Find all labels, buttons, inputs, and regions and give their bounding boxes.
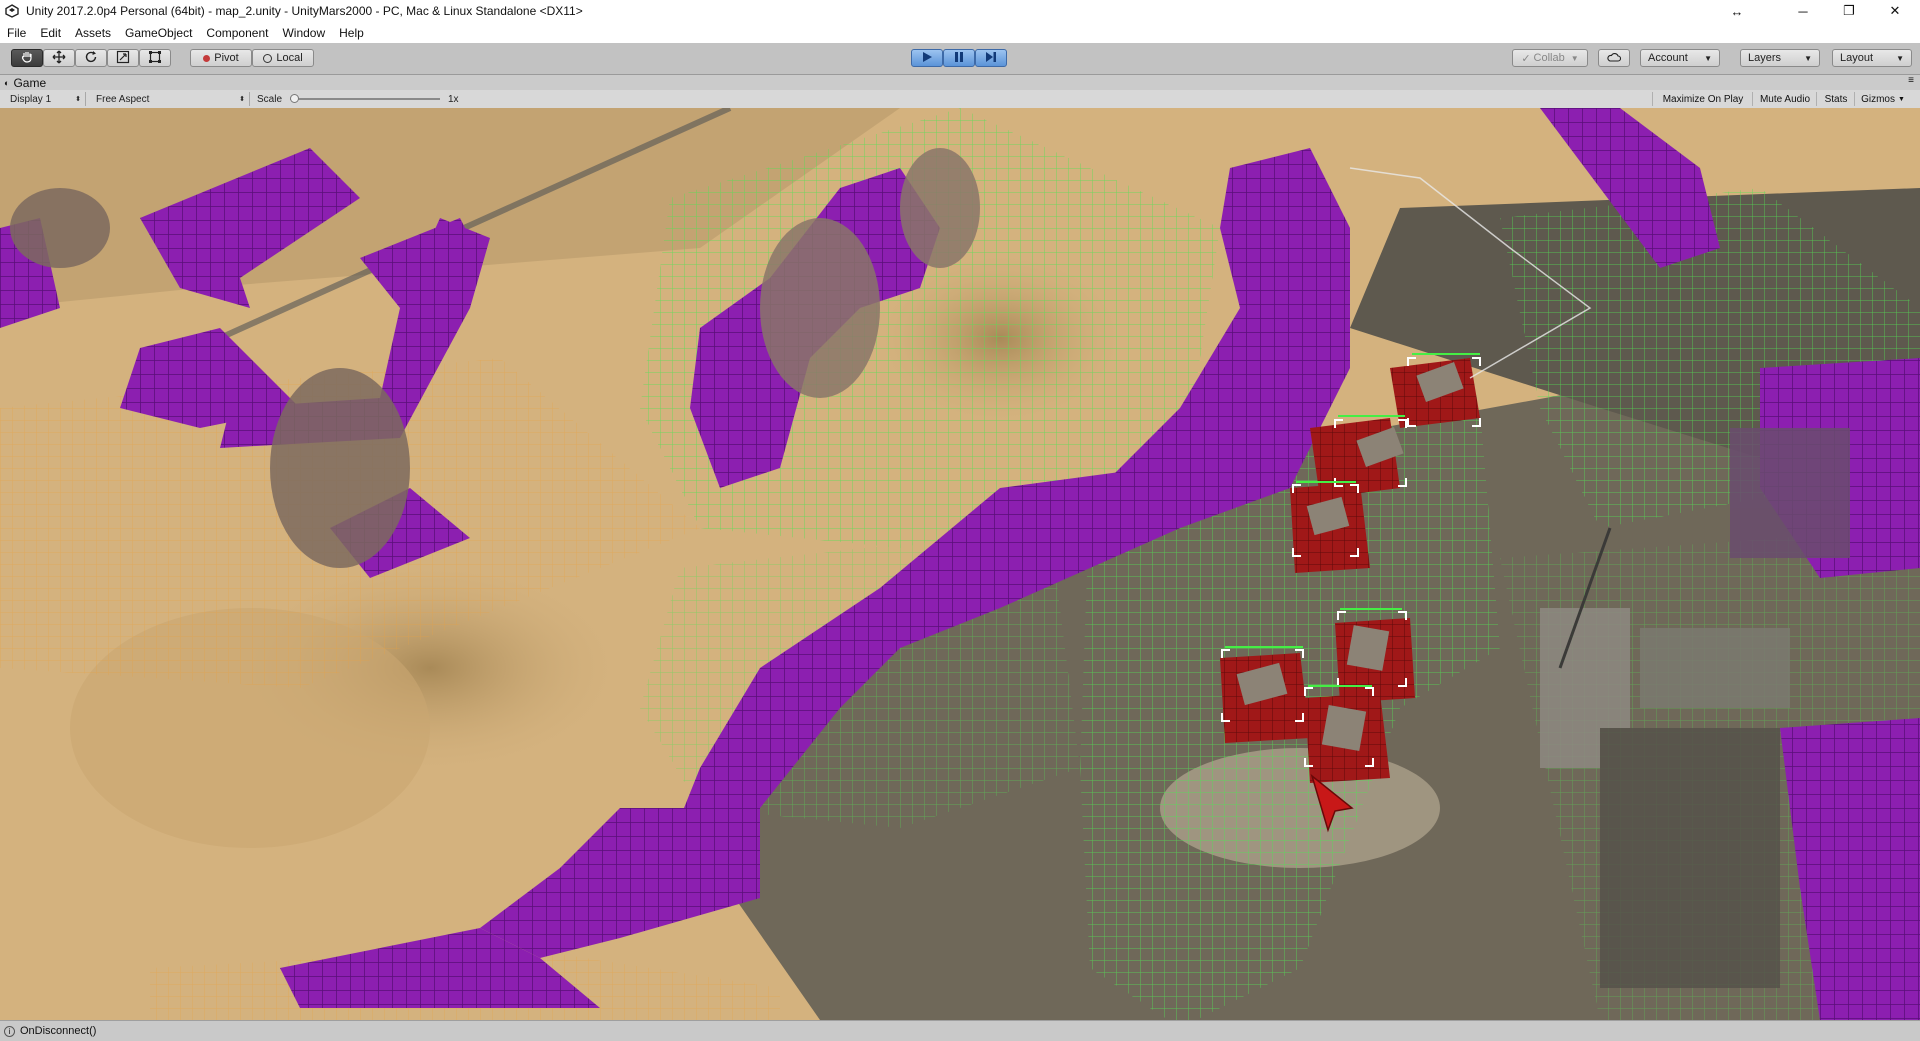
console-message[interactable]: OnDisconnect() [20,1025,96,1037]
scale-label: Scale [257,93,283,105]
info-icon: i [4,1025,15,1037]
play-button[interactable] [911,49,943,67]
title-bar: Unity 2017.2.0p4 Personal (64bit) - map_… [0,0,1920,22]
scale-icon [116,50,130,67]
chevron-down-icon: ▼ [1896,53,1904,63]
status-bar: i OnDisconnect() [0,1020,1920,1041]
unity-logo-icon [4,3,20,19]
rotate-icon [84,50,98,67]
scale-slider-track[interactable] [290,98,440,100]
restore-button[interactable]: ❐ [1826,0,1872,22]
move-icon [52,50,66,67]
cloud-icon [1607,52,1622,65]
step-button[interactable] [975,49,1007,67]
chevron-down-icon: ▼ [1704,53,1712,63]
main-toolbar: Pivot Local ✓ Collab ▼ Account ▼ Layers … [0,43,1920,75]
rect-tool-button[interactable] [139,49,171,67]
layout-label: Layout [1840,52,1874,64]
stats-toggle[interactable]: Stats [1816,92,1855,106]
scale-tool-button[interactable] [107,49,139,67]
hand-icon [20,50,34,67]
minimize-button[interactable]: ─ [1780,0,1826,22]
resize-icon[interactable]: ↔ [1714,0,1760,22]
menu-help[interactable]: Help [332,26,371,40]
menu-component[interactable]: Component [199,26,275,40]
stats-label: Stats [1824,93,1848,105]
rect-icon [148,50,162,67]
layout-dropdown[interactable]: Layout ▼ [1832,49,1912,67]
menu-bar: File Edit Assets GameObject Component Wi… [0,22,1920,43]
game-scene [0,108,1920,1020]
scale-value: 1x [448,93,459,105]
layers-label: Layers [1748,52,1782,64]
scale-slider-handle[interactable] [290,94,299,103]
rotate-tool-button[interactable] [75,49,107,67]
local-label: Local [276,52,303,64]
game-view-options: Display 1 ⬍ Free Aspect ⬍ Scale 1x Maxim… [0,90,1920,109]
move-tool-button[interactable] [43,49,75,67]
menu-window[interactable]: Window [275,26,332,40]
checkmark-icon: ✓ [1521,52,1531,65]
mute-label: Mute Audio [1759,93,1811,105]
cloud-button[interactable] [1598,49,1630,67]
hand-tool-button[interactable] [11,49,43,67]
play-icon [921,51,933,66]
layers-dropdown[interactable]: Layers ▼ [1740,49,1820,67]
globe-icon [263,53,273,63]
gizmos-dropdown[interactable]: Gizmos ▼ [1854,92,1911,106]
account-dropdown[interactable]: Account ▼ [1640,49,1720,67]
game-tab-label: Game [13,75,47,90]
collab-label: Collab [1533,52,1565,64]
gizmos-label: Gizmos [1861,93,1895,105]
aspect-label: Free Aspect [96,93,150,105]
game-viewport[interactable] [0,108,1920,1020]
maximize-label: Maximize On Play [1662,93,1744,105]
menu-gameobject[interactable]: GameObject [118,26,199,40]
updown-icon: ⬍ [75,96,81,103]
local-toggle-button[interactable]: Local [252,49,314,67]
game-tab-bar: ◐ Game ≡ [0,75,1920,90]
pivot-icon [203,54,211,62]
pivot-label: Pivot [214,52,239,64]
menu-file[interactable]: File [0,26,33,40]
menu-assets[interactable]: Assets [68,26,118,40]
pause-button[interactable] [943,49,975,67]
display-label: Display 1 [10,93,52,105]
pivot-toggle-button[interactable]: Pivot [190,49,252,67]
close-button[interactable]: ✕ [1872,0,1918,22]
pause-icon [953,51,965,66]
menu-edit[interactable]: Edit [33,26,68,40]
window-title: Unity 2017.2.0p4 Personal (64bit) - map_… [26,4,583,18]
chevron-down-icon: ▼ [1570,53,1579,63]
chevron-down-icon: ▼ [1897,95,1905,103]
game-controller-icon: ◐ [4,77,10,88]
aspect-dropdown[interactable]: Free Aspect ⬍ [96,92,250,106]
account-label: Account [1648,52,1688,64]
maximize-on-play-toggle[interactable]: Maximize On Play [1652,92,1753,106]
chevron-down-icon: ▼ [1804,53,1812,63]
step-icon [985,51,997,66]
mute-audio-toggle[interactable]: Mute Audio [1752,92,1817,106]
tab-menu-icon[interactable]: ≡ [1908,75,1914,86]
display-dropdown[interactable]: Display 1 ⬍ [10,92,86,106]
game-tab[interactable]: ◐ Game [4,76,46,90]
updown-icon: ⬍ [239,96,245,103]
collab-dropdown[interactable]: ✓ Collab ▼ [1512,49,1588,67]
